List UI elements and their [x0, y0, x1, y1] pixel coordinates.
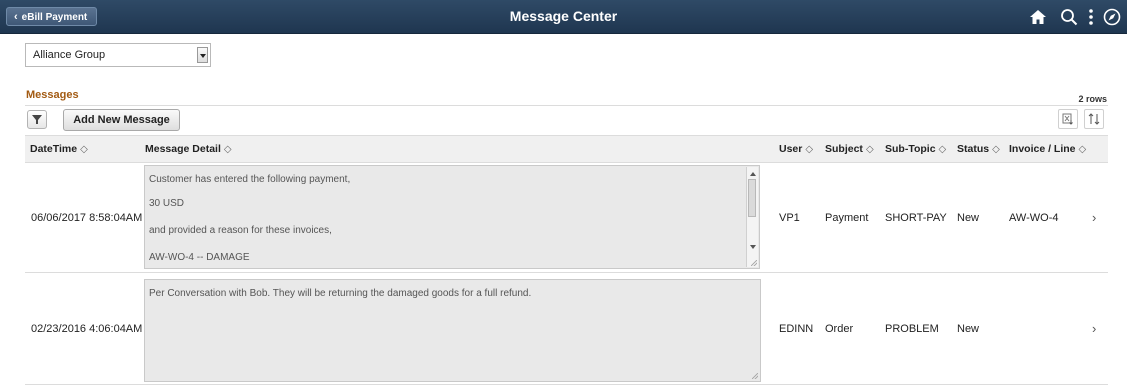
sort-toggle-icon: ◇	[938, 144, 947, 155]
back-button-label: eBill Payment	[21, 12, 88, 23]
message-line: Per Conversation with Bob. They will be …	[149, 288, 532, 299]
business-unit-value: Alliance Group	[33, 49, 106, 61]
home-icon[interactable]	[1027, 6, 1049, 28]
column-header-status[interactable]: Status ◇	[957, 136, 1000, 163]
cell-sub-topic: PROBLEM	[885, 323, 939, 335]
grid-header: DateTime ◇ Message Detail ◇ User ◇ Subject ◇…	[25, 135, 1108, 163]
column-header-sub-topic[interactable]: Sub-Topic ◇	[885, 136, 946, 163]
sort-toggle-icon: ◇	[865, 144, 874, 155]
cell-subject: Order	[825, 323, 854, 335]
table-row[interactable]: 02/23/2016 4:06:04AM Per Conversation wi…	[25, 273, 1108, 385]
resize-grip-icon[interactable]	[751, 260, 757, 266]
cell-status: New	[957, 212, 980, 224]
sort-button[interactable]	[1084, 109, 1104, 129]
message-line: AW-WO-4 -- DAMAGE	[149, 252, 250, 263]
sort-toggle-icon: ◇	[80, 144, 88, 155]
header-banner: ‹ eBill Payment Message Center	[0, 0, 1127, 34]
sort-toggle-icon: ◇	[1078, 144, 1087, 155]
sort-toggle-icon: ◇	[805, 144, 814, 155]
row-chevron-right-icon[interactable]: ›	[1092, 321, 1096, 336]
navbar-icon[interactable]	[1101, 6, 1123, 28]
scroll-up-icon[interactable]	[750, 172, 756, 176]
message-line: and provided a reason for these invoices…	[149, 225, 332, 236]
message-detail-textarea[interactable]: Customer has entered the following payme…	[144, 165, 760, 269]
message-detail-textarea[interactable]: Per Conversation with Bob. They will be …	[144, 279, 761, 382]
search-icon[interactable]	[1058, 6, 1080, 28]
cell-user: EDINN	[779, 323, 814, 335]
cell-subject: Payment	[825, 212, 869, 224]
column-header-message-detail[interactable]: Message Detail ◇	[145, 136, 232, 163]
messages-grid-title: Messages	[26, 89, 79, 101]
cell-invoice-line: AW-WO-4	[1009, 212, 1059, 224]
row-count: 2 rows	[1078, 94, 1107, 104]
download-icon	[1062, 113, 1073, 125]
scroll-thumb[interactable]	[748, 179, 756, 217]
column-header-datetime[interactable]: DateTime ◇	[30, 136, 88, 163]
column-header-invoice-line[interactable]: Invoice / Line ◇	[1009, 136, 1086, 163]
business-unit-dropdown[interactable]: Alliance Group	[25, 43, 211, 67]
message-scrollbar[interactable]	[746, 167, 758, 267]
column-header-subject[interactable]: Subject ◇	[825, 136, 874, 163]
filter-icon	[32, 115, 42, 124]
back-button[interactable]: ‹ eBill Payment	[6, 7, 98, 26]
message-line: 30 USD	[149, 198, 185, 209]
download-excel-button[interactable]	[1058, 109, 1078, 129]
filter-button[interactable]	[27, 110, 47, 129]
actions-menu-icon[interactable]	[1080, 6, 1102, 28]
add-new-message-button[interactable]: Add New Message	[63, 109, 180, 131]
sort-toggle-icon: ◇	[223, 144, 232, 155]
cell-datetime: 02/23/2016 4:06:04AM	[31, 323, 143, 335]
table-row[interactable]: 06/06/2017 8:58:04AM Customer has entere…	[25, 162, 1108, 273]
cell-datetime: 06/06/2017 8:58:04AM	[31, 212, 143, 224]
sort-icon	[1088, 113, 1100, 125]
resize-grip-icon[interactable]	[752, 373, 758, 379]
cell-status: New	[957, 323, 980, 335]
cell-user: VP1	[779, 212, 800, 224]
sort-toggle-icon: ◇	[992, 144, 1000, 155]
page-title: Message Center	[509, 8, 618, 24]
grid-toolbar: Add New Message	[25, 105, 1108, 132]
chevron-left-icon: ‹	[14, 11, 18, 23]
message-line: Customer has entered the following payme…	[149, 174, 351, 185]
row-chevron-right-icon[interactable]: ›	[1092, 210, 1096, 225]
cell-sub-topic: SHORT-PAY	[885, 212, 947, 224]
scroll-down-icon[interactable]	[750, 245, 756, 249]
column-header-user[interactable]: User ◇	[779, 136, 813, 163]
dropdown-arrow-icon[interactable]	[197, 47, 208, 63]
